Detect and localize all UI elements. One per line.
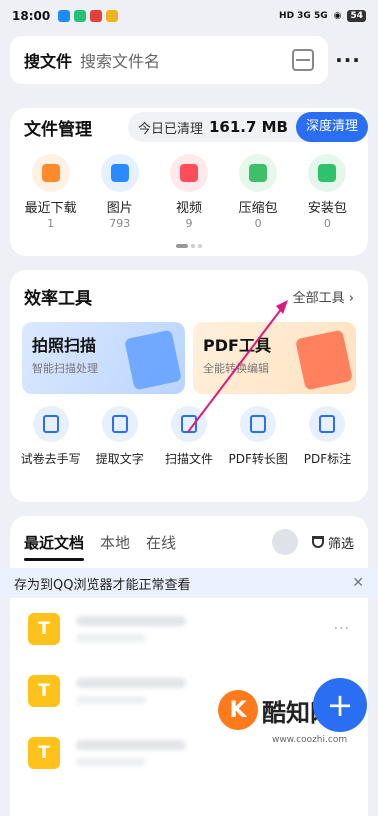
tool-icon xyxy=(32,406,69,442)
more-options-icon[interactable]: ··· xyxy=(334,621,350,637)
status-right: HD 3G 5G ◉ 54 xyxy=(279,10,366,22)
category-label: 安装包 xyxy=(307,201,347,216)
notice-bar: 存为到QQ浏览器才能正常查看 ✕ xyxy=(0,568,378,598)
text-file-icon: T xyxy=(28,613,60,645)
cleaned-value: 161.7 MB xyxy=(208,118,288,136)
tool-label: 提取文字 xyxy=(95,452,144,466)
all-tools-link[interactable]: 全部工具 › xyxy=(293,287,354,306)
file-category-item[interactable]: 图片 793 xyxy=(90,154,150,230)
file-category-list: 最近下载 1 图片 793 视频 9 压缩包 0 安装包 0 xyxy=(10,146,368,230)
filter-button[interactable]: 筛选 xyxy=(311,533,354,552)
scan-illustration-icon xyxy=(124,329,182,391)
recent-tabs: 最近文档 本地 在线 筛选 xyxy=(10,516,368,568)
text-file-icon: T xyxy=(28,737,60,769)
tool-icon xyxy=(171,406,207,442)
category-count: 0 xyxy=(323,217,331,230)
category-label: 视频 xyxy=(175,201,202,216)
category-count: 0 xyxy=(254,217,262,230)
list-item[interactable]: T xyxy=(10,722,368,784)
category-count: 1 xyxy=(47,217,55,230)
tab-recent[interactable]: 最近文档 xyxy=(24,532,85,561)
status-bar: 18:00 HD 3G 5G ◉ 54 xyxy=(0,0,378,32)
battery-icon: 54 xyxy=(347,10,366,22)
app-notification-icon xyxy=(106,10,119,22)
notice-text: 存为到QQ浏览器才能正常查看 xyxy=(14,577,191,593)
cleaned-badge: 今日已清理 161.7 MB 深度清理 xyxy=(127,112,368,142)
tool-banners: 拍照扫描 智能扫描处理 PDF工具 全能转换编辑 xyxy=(10,322,368,394)
tab-online[interactable]: 在线 xyxy=(146,532,176,553)
search-input[interactable]: 搜索文件名 xyxy=(80,48,292,72)
category-label: 图片 xyxy=(106,201,133,216)
tab-local[interactable]: 本地 xyxy=(100,532,130,553)
tool-icon xyxy=(309,406,346,442)
tools-card: 效率工具 全部工具 › 拍照扫描 智能扫描处理 PDF工具 全能转换编辑 试卷去… xyxy=(10,270,368,502)
text-file-icon: T xyxy=(28,675,60,707)
pdf-tools-banner[interactable]: PDF工具 全能转换编辑 xyxy=(193,322,356,394)
category-icon xyxy=(169,154,208,192)
list-item[interactable]: T ··· xyxy=(10,598,368,660)
cleaned-label: 今日已清理 xyxy=(137,121,203,137)
tool-item[interactable]: PDF转长图 xyxy=(224,406,293,467)
filter-label: 筛选 xyxy=(327,536,354,552)
blurred-file-info xyxy=(76,616,334,642)
signal-icon: HD 3G 5G xyxy=(279,11,328,21)
tool-list: 试卷去手写 提取文字 扫描文件 PDF转长图 PDF标注 xyxy=(10,394,368,467)
tool-item[interactable]: 扫描文件 xyxy=(154,406,223,467)
file-category-item[interactable]: 最近下载 1 xyxy=(21,154,81,230)
page-indicator xyxy=(176,244,202,248)
category-count: 9 xyxy=(185,217,193,230)
tool-item[interactable]: 试卷去手写 xyxy=(16,406,85,467)
file-category-item[interactable]: 安装包 0 xyxy=(297,154,357,230)
file-category-item[interactable]: 压缩包 0 xyxy=(228,154,288,230)
tools-title: 效率工具 xyxy=(24,288,92,309)
tool-label: PDF转长图 xyxy=(228,452,288,466)
scan-icon[interactable] xyxy=(292,49,314,71)
tool-label: 扫描文件 xyxy=(165,452,214,466)
deep-clean-button[interactable]: 深度清理 xyxy=(295,112,368,142)
search-row: 搜文件 搜索文件名 ··· xyxy=(0,32,378,88)
file-category-item[interactable]: 视频 9 xyxy=(159,154,219,230)
status-time: 18:00 xyxy=(12,9,51,23)
category-label: 最近下载 xyxy=(24,201,77,216)
app-notification-icon xyxy=(90,10,103,22)
search-bar[interactable]: 搜文件 搜索文件名 xyxy=(10,36,328,84)
more-menu-icon[interactable]: ··· xyxy=(328,48,368,72)
tool-item[interactable]: PDF标注 xyxy=(293,406,362,467)
tool-item[interactable]: 提取文字 xyxy=(85,406,154,467)
close-icon[interactable]: ✕ xyxy=(352,575,364,591)
avatar[interactable] xyxy=(271,529,298,555)
wifi-icon: ◉ xyxy=(333,11,342,21)
category-count: 793 xyxy=(109,217,131,230)
filter-icon xyxy=(311,536,324,548)
tool-icon xyxy=(240,406,277,442)
app-notification-icon xyxy=(74,10,87,22)
add-button[interactable]: + xyxy=(313,678,367,732)
watermark-logo: K xyxy=(218,690,258,730)
category-icon xyxy=(31,154,70,192)
category-icon xyxy=(308,154,347,192)
file-management-title: 文件管理 xyxy=(24,119,92,140)
tool-label: PDF标注 xyxy=(303,452,352,466)
category-label: 压缩包 xyxy=(238,201,278,216)
app-notification-icon xyxy=(58,10,71,22)
watermark-url: www.coozhi.com xyxy=(272,735,348,745)
category-icon xyxy=(239,154,278,192)
category-icon xyxy=(100,154,139,192)
photo-scan-banner[interactable]: 拍照扫描 智能扫描处理 xyxy=(22,322,185,394)
pdf-illustration-icon xyxy=(295,329,353,391)
search-label: 搜文件 xyxy=(24,52,73,71)
tool-label: 试卷去手写 xyxy=(20,452,81,466)
file-management-card: 文件管理 今日已清理 161.7 MB 深度清理 最近下载 1 图片 793 视频 9 压缩… xyxy=(10,108,368,256)
tool-icon xyxy=(101,406,138,442)
recent-docs-card: 最近文档 本地 在线 筛选 存为到QQ浏览器才能正常查看 ✕ T ··· T ·… xyxy=(0,516,378,816)
